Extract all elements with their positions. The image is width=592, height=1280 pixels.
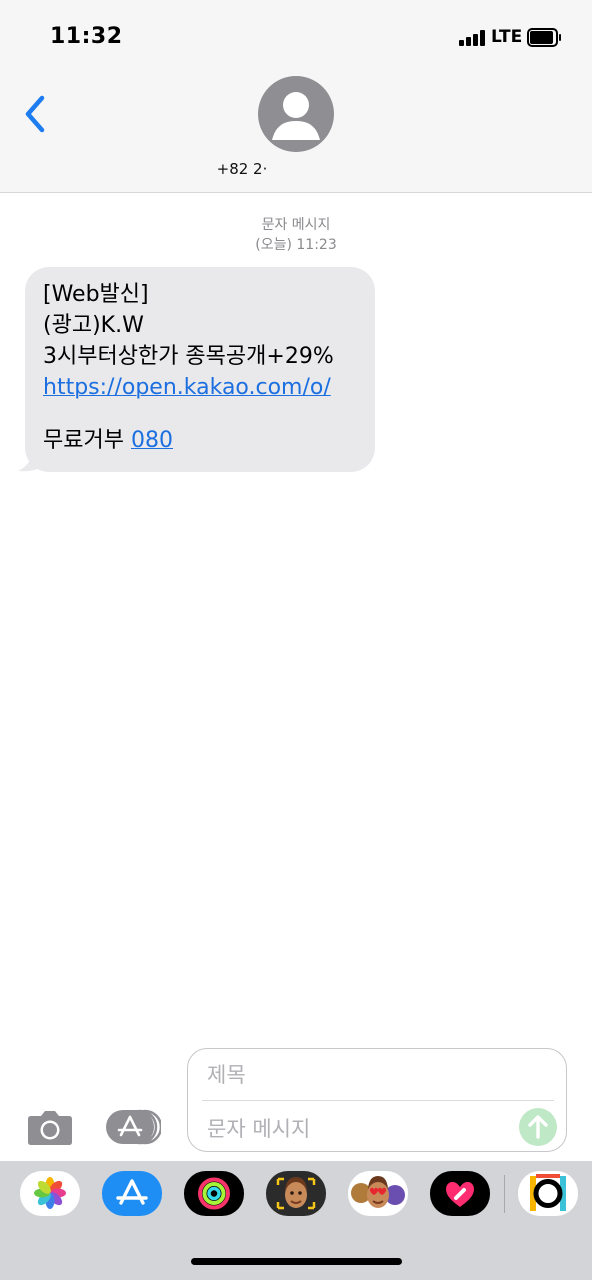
compose-box: 제목 문자 메시지 xyxy=(187,1048,567,1152)
message-link[interactable]: https://open.kakao.com/o/ xyxy=(43,372,334,403)
message-line: (광고)K.W xyxy=(43,313,144,338)
message-timestamp: (오늘) 11:23 xyxy=(0,234,592,254)
memoji-icon[interactable] xyxy=(266,1171,326,1216)
animoji-icon[interactable] xyxy=(348,1171,408,1216)
back-button[interactable] xyxy=(18,92,58,136)
compose-divider xyxy=(202,1100,554,1101)
contact-avatar[interactable] xyxy=(258,76,334,152)
status-bar: 11:32 LTE xyxy=(0,0,592,70)
message-line: [Web발신] xyxy=(43,282,149,307)
camera-icon xyxy=(28,1111,72,1145)
message-input[interactable]: 문자 메시지 xyxy=(207,1113,507,1143)
message-type-text: 문자 메시지 xyxy=(261,217,331,233)
app-store-icon xyxy=(106,1109,163,1145)
digital-touch-icon[interactable] xyxy=(430,1171,490,1216)
battery-icon xyxy=(527,28,561,47)
more-apps-icon[interactable] xyxy=(518,1171,578,1216)
camera-button[interactable] xyxy=(27,1108,73,1146)
person-icon xyxy=(272,92,320,140)
arrow-up-icon xyxy=(528,1115,548,1139)
optout-label: 무료거부 xyxy=(43,428,124,453)
contact-name[interactable]: +82 2· xyxy=(0,160,592,178)
timestamp-text: (오늘) 11:23 xyxy=(255,237,337,253)
home-indicator[interactable] xyxy=(191,1258,402,1265)
message-bubble[interactable]: [Web발신] (광고)K.W 3시부터상한가 종목공개+29% https:/… xyxy=(25,267,375,472)
conversation-header: +82 2· xyxy=(0,70,592,193)
optout-number-link[interactable]: 080 xyxy=(131,428,173,453)
app-store-button[interactable] xyxy=(105,1108,163,1146)
send-button[interactable] xyxy=(519,1108,557,1146)
app-store-app-icon[interactable] xyxy=(102,1171,162,1216)
photos-icon[interactable] xyxy=(20,1171,80,1216)
activity-icon[interactable] xyxy=(184,1171,244,1216)
network-label: LTE xyxy=(491,27,523,47)
message-body: [Web발신] (광고)K.W 3시부터상한가 종목공개+29% https:/… xyxy=(43,279,334,456)
subject-input[interactable]: 제목 xyxy=(207,1059,547,1089)
optout-line: 무료거부 080 xyxy=(43,425,334,456)
signal-icon xyxy=(459,30,486,46)
message-line: 3시부터상한가 종목공개+29% xyxy=(43,344,334,369)
chevron-left-icon xyxy=(25,95,45,133)
message-type-label: 문자 메시지 xyxy=(0,214,592,234)
drawer-divider xyxy=(504,1175,505,1213)
contact-number: +82 2· xyxy=(216,160,268,178)
status-time: 11:32 xyxy=(50,24,123,49)
